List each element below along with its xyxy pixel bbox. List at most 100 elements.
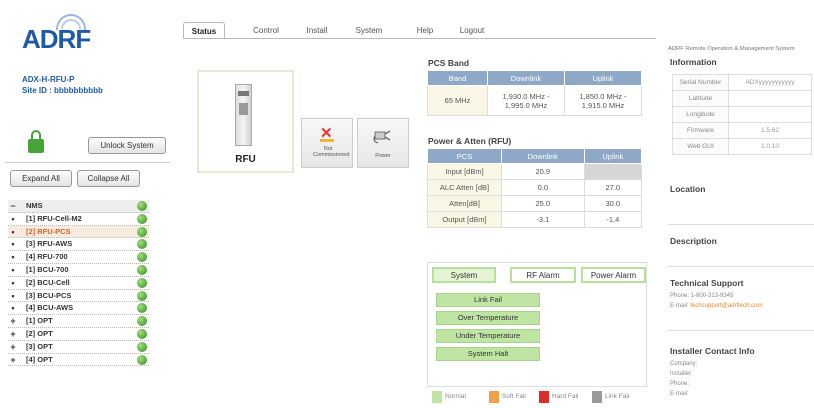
downlink-value: 20.9 xyxy=(501,163,585,180)
status-led-icon xyxy=(137,252,147,263)
technical-support-title: Technical Support xyxy=(670,278,744,288)
collapse-all-button[interactable]: Collapse All xyxy=(77,170,140,187)
tab-underline xyxy=(183,38,656,39)
downlink-range: 1,930.0 MHz -1,995.0 MHz xyxy=(487,85,565,116)
not-commissioned-button[interactable]: ✕ Not Commissioned xyxy=(301,118,353,168)
uplink-range: 1,850.0 MHz -1,915.0 MHz xyxy=(564,85,642,116)
status-led-icon xyxy=(137,201,147,211)
tree-item-label: [1] OPT xyxy=(26,316,53,326)
expand-toggle-icon[interactable]: + xyxy=(8,354,18,366)
expand-toggle-icon[interactable]: • xyxy=(8,290,18,302)
adrf-logo: ADRF xyxy=(22,14,114,54)
description-title: Description xyxy=(670,236,717,246)
expand-toggle-icon[interactable]: • xyxy=(8,277,18,289)
tree-item[interactable]: • [4] RFU-700 xyxy=(8,251,149,264)
tree-item[interactable]: • [2] RFU-PCS xyxy=(8,225,149,239)
tree-item-label: [1] BCU-700 xyxy=(26,264,69,274)
tree-item[interactable]: • [3] BCU-PCS xyxy=(8,290,149,303)
system-title: ADRF Remote Operation & Management Syste… xyxy=(668,46,795,52)
installer-company: Company: xyxy=(670,361,698,367)
power-button[interactable]: Power xyxy=(357,118,409,168)
divider xyxy=(668,330,814,331)
tree-item[interactable]: + [2] OPT xyxy=(8,328,149,341)
table-row: Web GUI 1.0.10 xyxy=(672,138,812,155)
support-phone: Phone: 1-800-313-9345 xyxy=(670,293,734,299)
tab-power-alarm[interactable]: Power Alarm xyxy=(581,267,646,283)
info-value xyxy=(728,90,812,107)
tab-install[interactable]: Install xyxy=(295,22,339,39)
expand-toggle-icon[interactable]: • xyxy=(8,226,18,238)
expand-toggle-icon[interactable]: + xyxy=(8,341,18,353)
table-row: Input [dBm] 20.9 xyxy=(427,163,643,180)
tree-item-label: [2] BCU-Cell xyxy=(26,277,70,287)
tree-item[interactable]: • [3] RFU-AWS xyxy=(8,238,149,252)
info-key: Web GUI xyxy=(672,138,729,155)
rfu-module-panel[interactable]: RFU xyxy=(197,70,294,173)
status-led-icon xyxy=(137,316,147,327)
downlink-value: 25.0 xyxy=(501,195,585,212)
expand-toggle-icon[interactable]: • xyxy=(8,264,18,276)
info-value: 1.5.62 xyxy=(728,122,812,139)
tab-system[interactable]: System xyxy=(341,22,397,39)
alarm-over-temperature: Over Temperature xyxy=(436,311,540,325)
support-email-link[interactable]: techsupport@adrftech.com xyxy=(690,303,762,309)
tab-logout[interactable]: Logout xyxy=(449,22,495,39)
info-value xyxy=(728,106,812,123)
expand-all-button[interactable]: Expand All xyxy=(10,170,72,187)
expand-toggle-icon[interactable]: • xyxy=(8,238,18,250)
expand-toggle-icon[interactable]: − xyxy=(8,200,18,212)
tree-item[interactable]: − NMS xyxy=(8,200,149,213)
tab-rf-alarm[interactable]: RF Alarm xyxy=(510,267,576,283)
expand-toggle-icon[interactable]: • xyxy=(8,213,18,225)
tree-item[interactable]: • [4] BCU-AWS xyxy=(8,302,149,316)
alarm-under-temperature: Under Temperature xyxy=(436,329,540,343)
row-label: Atten[dB] xyxy=(427,195,502,212)
tree-item[interactable]: + [3] OPT xyxy=(8,341,149,354)
status-led-icon xyxy=(137,226,147,237)
tab-status[interactable]: Status xyxy=(183,22,225,39)
expand-toggle-icon[interactable]: • xyxy=(8,302,18,314)
unlock-system-button[interactable]: Unlock System xyxy=(88,137,166,154)
installer-contact-lines: Company: Installer: Phone: E-mail: xyxy=(670,359,697,399)
legend-swatch xyxy=(592,391,602,403)
info-value: ADXyyyyyyyyyyy xyxy=(728,74,812,91)
downlink-value: -3.1 xyxy=(501,211,585,228)
expand-toggle-icon[interactable]: + xyxy=(8,328,18,340)
rfu-unit-image xyxy=(235,84,252,146)
tree-item[interactable]: • [1] RFU-Cell-M2 xyxy=(8,213,149,226)
expand-toggle-icon[interactable]: • xyxy=(8,251,18,263)
status-led-icon xyxy=(137,341,147,352)
status-led-icon xyxy=(137,290,147,301)
info-key: Longitude xyxy=(672,106,729,123)
legend-swatch xyxy=(539,391,549,403)
alarm-link-fail: Link Fail xyxy=(436,293,540,307)
status-led-icon xyxy=(137,239,147,250)
status-led-icon xyxy=(137,277,147,288)
tree-item[interactable]: • [1] BCU-700 xyxy=(8,264,149,277)
installer-email: E-mail: xyxy=(670,391,689,397)
power-atten-table: PCS Downlink Uplink Input [dBm] 20.9 ALC A… xyxy=(427,148,643,228)
logo-text: ADRF xyxy=(22,24,91,54)
tree-item[interactable]: + [1] OPT xyxy=(8,315,149,328)
alarm-system-halt: System Halt xyxy=(436,347,540,361)
col-header: Uplink xyxy=(564,70,642,86)
table-row: ALC Atten [dB] 0.0 27.0 xyxy=(427,179,643,196)
tree-item[interactable]: • [2] BCU-Cell xyxy=(8,277,149,290)
legend-swatch xyxy=(489,391,499,403)
expand-toggle-icon[interactable]: + xyxy=(8,315,18,327)
status-led-icon xyxy=(137,354,147,365)
installer-name: Installer: xyxy=(670,371,693,377)
tab-system-alarm[interactable]: System xyxy=(432,267,496,283)
tree-item-label: [3] BCU-PCS xyxy=(26,290,72,300)
device-name: ADX-H-RFU-P xyxy=(22,75,75,84)
power-label: Power xyxy=(375,153,391,159)
power-plug-icon xyxy=(373,130,391,144)
divider xyxy=(668,224,814,225)
tree-item[interactable]: + [4] OPT xyxy=(8,354,149,367)
uplink-value: 27.0 xyxy=(583,179,643,196)
tree-item-label: [4] RFU-700 xyxy=(26,252,68,262)
tab-control[interactable]: Control xyxy=(235,22,297,39)
status-led-icon xyxy=(137,328,147,339)
status-led-icon xyxy=(137,264,147,275)
tab-help[interactable]: Help xyxy=(407,22,443,39)
